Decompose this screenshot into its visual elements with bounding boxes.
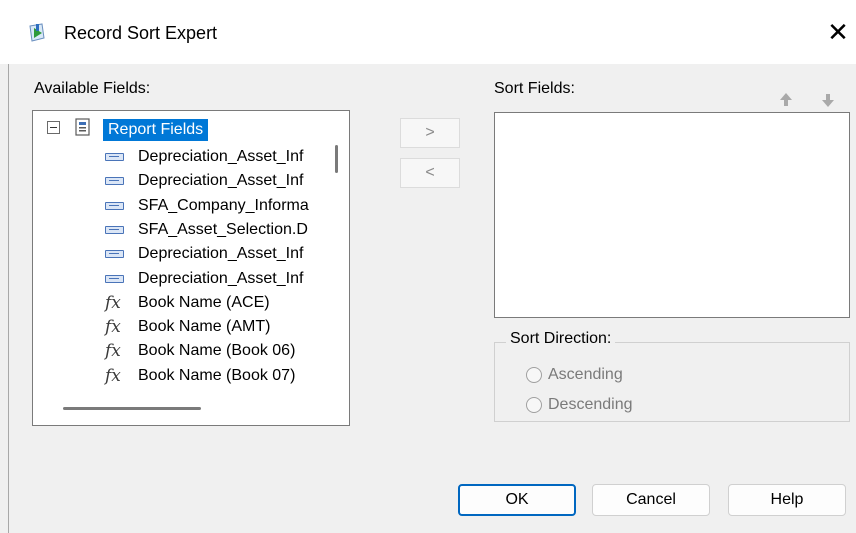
report-fields-icon [75, 118, 90, 136]
database-field-icon [105, 274, 124, 283]
tree-item-label: Book Name (Book 06) [138, 342, 296, 360]
window-edge [0, 64, 9, 533]
remove-sort-field-button[interactable]: < [400, 158, 460, 188]
tree-item[interactable]: SFA_Asset_Selection.D [105, 219, 335, 241]
horizontal-scrollbar-thumb[interactable] [63, 407, 201, 410]
available-fields-label: Available Fields: [34, 80, 151, 97]
descending-label: Descending [548, 396, 633, 413]
database-field-icon [105, 250, 124, 259]
close-button[interactable]: ✕ [822, 16, 854, 48]
tree-item-label: Depreciation_Asset_Inf [138, 172, 304, 190]
available-fields-tree[interactable]: Report Fields Depreciation_Asset_Inf Depr… [32, 110, 350, 426]
sort-direction-label: Sort Direction: [506, 330, 616, 348]
tree-item-label: SFA_Company_Informa [138, 196, 309, 214]
tree-item[interactable]: Depreciation_Asset_Inf [105, 146, 335, 168]
tree-item-label: SFA_Asset_Selection.D [138, 220, 308, 238]
tree-item[interactable]: Depreciation_Asset_Inf [105, 243, 335, 265]
ok-button[interactable]: OK [458, 484, 576, 516]
tree-root-report-fields[interactable]: Report Fields [33, 111, 349, 143]
arrow-up-icon[interactable] [776, 90, 796, 110]
title-bar: Record Sort Expert ✕ [0, 0, 856, 64]
sort-fields-label: Sort Fields: [494, 80, 575, 97]
tree-item[interactable]: fx Book Name (ACE) [105, 292, 335, 314]
tree-item-label: Depreciation_Asset_Inf [138, 245, 304, 263]
database-field-icon [105, 201, 124, 210]
ascending-label: Ascending [548, 366, 623, 383]
formula-icon: fx [105, 365, 121, 386]
tree-item[interactable]: Depreciation_Asset_Inf [105, 170, 335, 192]
tree-item[interactable]: fx Book Name (AMT) [105, 316, 335, 338]
vertical-scrollbar-thumb[interactable] [335, 145, 338, 173]
formula-icon: fx [105, 292, 121, 313]
sort-fields-list[interactable] [494, 112, 850, 318]
tree-item-label: Book Name (Book 07) [138, 366, 296, 384]
tree-item[interactable]: fx Book Name (Book 07) [105, 365, 335, 387]
record-sort-expert-icon [29, 23, 45, 42]
database-field-icon [105, 225, 124, 234]
radio-circle[interactable] [526, 397, 542, 413]
tree-item-label: Depreciation_Asset_Inf [138, 269, 304, 287]
tree-item-label: Book Name (AMT) [138, 318, 271, 336]
collapse-expander-icon[interactable] [47, 121, 60, 134]
add-sort-field-button[interactable]: > [400, 118, 460, 148]
database-field-icon [105, 177, 124, 186]
database-field-icon [105, 153, 124, 161]
formula-icon: fx [105, 317, 121, 338]
tree-item-label: Depreciation_Asset_Inf [138, 148, 304, 165]
tree-root-label: Report Fields [103, 119, 209, 141]
tree-item[interactable]: Depreciation_Asset_Inf [105, 268, 335, 290]
formula-icon: fx [105, 341, 121, 362]
tree-item[interactable]: fx Book Name (Book 06) [105, 340, 335, 362]
radio-circle[interactable] [526, 367, 542, 383]
tree-item-label: Book Name (ACE) [138, 293, 270, 311]
tree-item[interactable]: SFA_Company_Informa [105, 195, 335, 217]
cancel-button[interactable]: Cancel [592, 484, 710, 516]
help-button[interactable]: Help [728, 484, 846, 516]
window-title: Record Sort Expert [64, 23, 218, 43]
arrow-down-icon[interactable] [818, 90, 838, 110]
